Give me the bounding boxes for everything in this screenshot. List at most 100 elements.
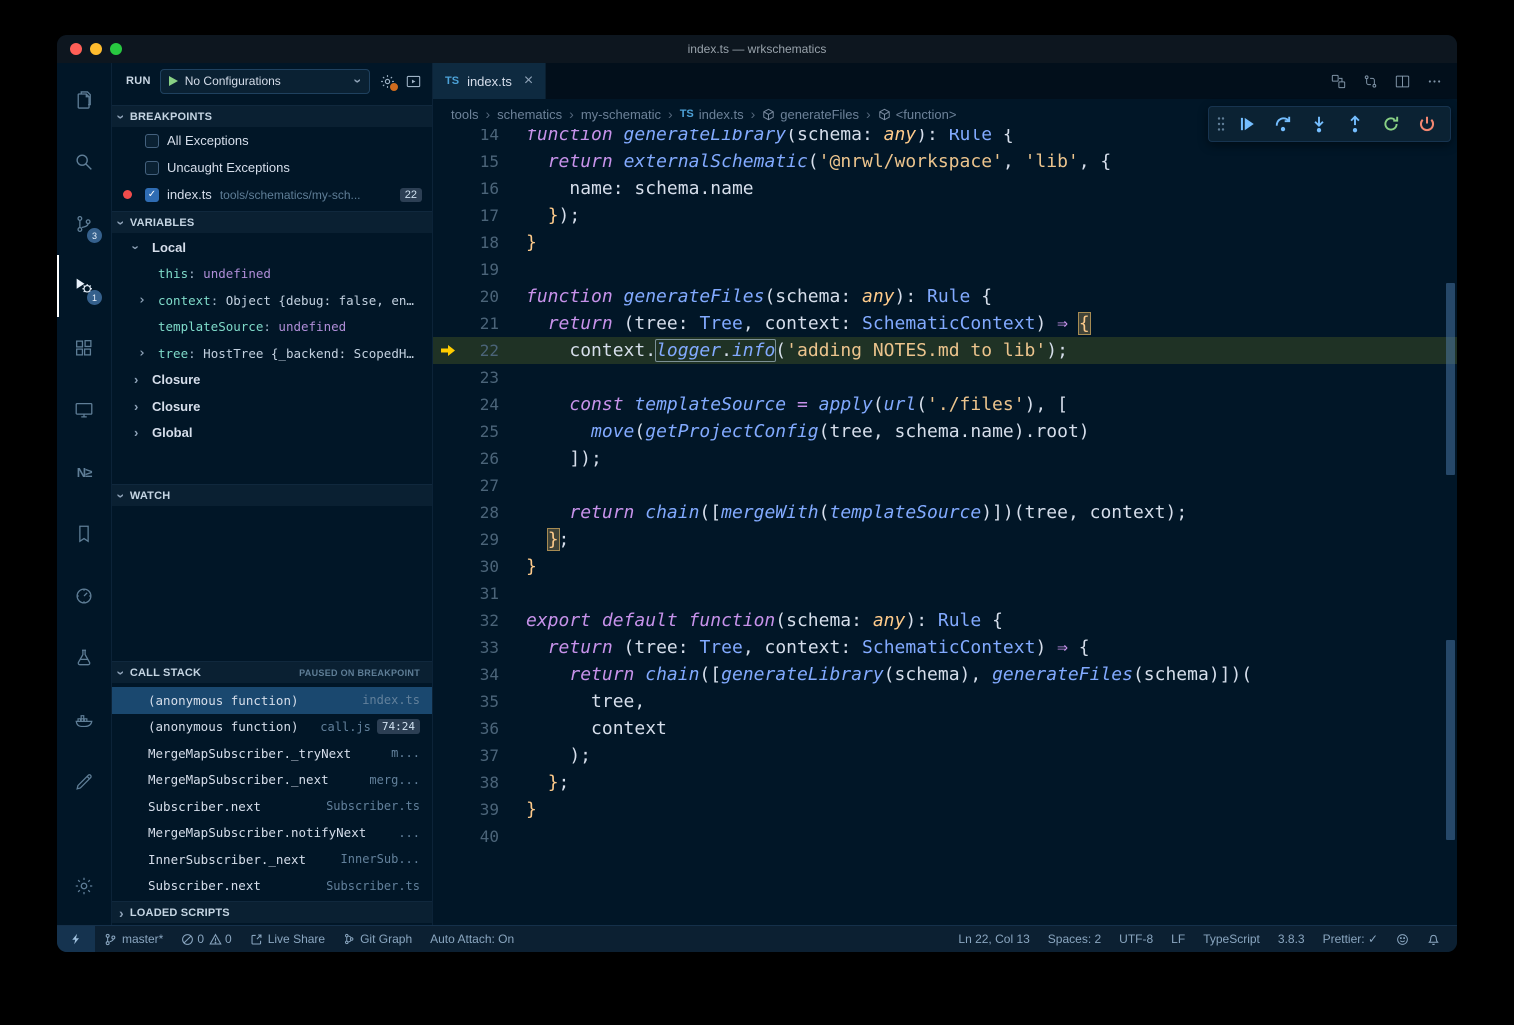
call-stack-frame[interactable]: Subscriber.nextSubscriber.ts: [112, 873, 432, 900]
disconnect-button[interactable]: [1410, 109, 1444, 139]
line-number[interactable]: 25: [463, 418, 499, 445]
breadcrumb-item[interactable]: TSindex.ts: [680, 107, 744, 122]
activity-remote-explorer[interactable]: [57, 379, 111, 441]
continue-button[interactable]: [1230, 109, 1264, 139]
activity-docker[interactable]: [57, 689, 111, 751]
line-number[interactable]: 36: [463, 715, 499, 742]
code-line[interactable]: 25 move(getProjectConfig(tree, schema.na…: [433, 418, 1457, 445]
scope-row[interactable]: ›Local: [112, 234, 432, 261]
breakpoint-checkbox[interactable]: [145, 161, 159, 175]
line-number[interactable]: 33: [463, 634, 499, 661]
code-line[interactable]: 23: [433, 364, 1457, 391]
activity-source-control[interactable]: 3: [57, 193, 111, 255]
status-prettier[interactable]: Prettier: ✓: [1314, 926, 1387, 952]
status-live-share[interactable]: Live Share: [241, 926, 334, 952]
scope-row[interactable]: ›Global: [112, 420, 432, 447]
status-git-graph[interactable]: Git Graph: [334, 926, 421, 952]
status-notifications[interactable]: [1418, 926, 1449, 952]
code-line[interactable]: 26 ]);: [433, 445, 1457, 472]
breakpoint-row[interactable]: Uncaught Exceptions: [112, 154, 432, 181]
more-actions-icon[interactable]: [1426, 73, 1443, 90]
code-line[interactable]: 17 });: [433, 202, 1457, 229]
line-number[interactable]: 27: [463, 472, 499, 499]
step-into-button[interactable]: [1302, 109, 1336, 139]
line-number[interactable]: 31: [463, 580, 499, 607]
breakpoint-checkbox[interactable]: ✓: [145, 188, 159, 202]
line-number[interactable]: 23: [463, 364, 499, 391]
status-indentation[interactable]: Spaces: 2: [1039, 926, 1110, 952]
activity-notes[interactable]: [57, 751, 111, 813]
code-line[interactable]: 24 const templateSource = apply(url('./f…: [433, 391, 1457, 418]
line-number[interactable]: 19: [463, 256, 499, 283]
line-number[interactable]: 37: [463, 742, 499, 769]
variable-row[interactable]: this: undefined: [112, 261, 432, 288]
code-line[interactable]: 28 return chain([mergeWith(templateSourc…: [433, 499, 1457, 526]
line-number[interactable]: 15: [463, 148, 499, 175]
start-debug-icon[interactable]: [169, 76, 178, 86]
code-line[interactable]: 40: [433, 823, 1457, 850]
status-eol[interactable]: LF: [1162, 926, 1194, 952]
tab-index-ts[interactable]: TS index.ts ×: [433, 63, 546, 99]
code-line[interactable]: 29 };: [433, 526, 1457, 553]
line-number[interactable]: 28: [463, 499, 499, 526]
status-auto-attach[interactable]: Auto Attach: On: [421, 926, 523, 952]
call-stack-frame[interactable]: (anonymous function)call.js74:24: [112, 714, 432, 741]
variable-row[interactable]: templateSource: undefined: [112, 314, 432, 341]
step-over-button[interactable]: [1266, 109, 1300, 139]
restart-button[interactable]: [1374, 109, 1408, 139]
open-changes-icon[interactable]: [1330, 73, 1347, 90]
activity-search[interactable]: [57, 131, 111, 193]
activity-test-explorer[interactable]: [57, 627, 111, 689]
debug-console-button[interactable]: [405, 73, 422, 90]
line-number[interactable]: 14: [463, 129, 499, 148]
code-line[interactable]: 16 name: schema.name: [433, 175, 1457, 202]
variable-row[interactable]: ›context: Object {debug: false, en…: [112, 287, 432, 314]
breadcrumb-item[interactable]: generateFiles: [762, 107, 859, 122]
loaded-scripts-header[interactable]: › LOADED SCRIPTS: [112, 901, 432, 923]
code-line[interactable]: 38 };: [433, 769, 1457, 796]
activity-bookmarks[interactable]: [57, 503, 111, 565]
code-line[interactable]: 36 context: [433, 715, 1457, 742]
activity-extensions[interactable]: [57, 317, 111, 379]
drag-handle-icon[interactable]: [1217, 116, 1225, 132]
close-window-button[interactable]: [70, 43, 82, 55]
call-stack-frame[interactable]: MergeMapSubscriber._tryNextm...: [112, 740, 432, 767]
line-number[interactable]: 32: [463, 607, 499, 634]
close-tab-icon[interactable]: ×: [524, 72, 533, 90]
line-number[interactable]: 16: [463, 175, 499, 202]
variables-header[interactable]: › VARIABLES: [112, 211, 432, 233]
breadcrumb-item[interactable]: schematics: [497, 107, 562, 122]
code-line[interactable]: 19: [433, 256, 1457, 283]
configure-gear-button[interactable]: [379, 73, 396, 90]
code-line[interactable]: 35 tree,: [433, 688, 1457, 715]
call-stack-header[interactable]: › CALL STACK PAUSED ON BREAKPOINT: [112, 661, 432, 683]
status-remote[interactable]: [57, 926, 95, 952]
line-number[interactable]: 29: [463, 526, 499, 553]
breadcrumb-item[interactable]: my-schematic: [581, 107, 661, 122]
status-cursor-position[interactable]: Ln 22, Col 13: [949, 926, 1038, 952]
line-number[interactable]: 17: [463, 202, 499, 229]
line-number[interactable]: 40: [463, 823, 499, 850]
status-encoding[interactable]: UTF-8: [1110, 926, 1162, 952]
minimize-window-button[interactable]: [90, 43, 102, 55]
launch-config-dropdown[interactable]: No Configurations ›: [160, 69, 370, 94]
status-language[interactable]: TypeScript: [1194, 926, 1269, 952]
line-number[interactable]: 30: [463, 553, 499, 580]
breakpoints-header[interactable]: › BREAKPOINTS: [112, 105, 432, 127]
status-branch[interactable]: master*: [95, 926, 172, 952]
code-line[interactable]: 18}: [433, 229, 1457, 256]
watch-header[interactable]: › WATCH: [112, 484, 432, 506]
line-number[interactable]: 26: [463, 445, 499, 472]
line-number[interactable]: 21: [463, 310, 499, 337]
code-line[interactable]: 37 );: [433, 742, 1457, 769]
variable-row[interactable]: ›tree: HostTree {_backend: ScopedH…: [112, 340, 432, 367]
line-number[interactable]: 18: [463, 229, 499, 256]
line-number[interactable]: 22: [463, 337, 499, 364]
call-stack-frame[interactable]: MergeMapSubscriber._nextmerg...: [112, 767, 432, 794]
split-editor-icon[interactable]: [1394, 73, 1411, 90]
zoom-window-button[interactable]: [110, 43, 122, 55]
git-compare-icon[interactable]: [1362, 73, 1379, 90]
code-line[interactable]: 27: [433, 472, 1457, 499]
call-stack-frame[interactable]: MergeMapSubscriber.notifyNext...: [112, 820, 432, 847]
code-line[interactable]: 33 return (tree: Tree, context: Schemati…: [433, 634, 1457, 661]
